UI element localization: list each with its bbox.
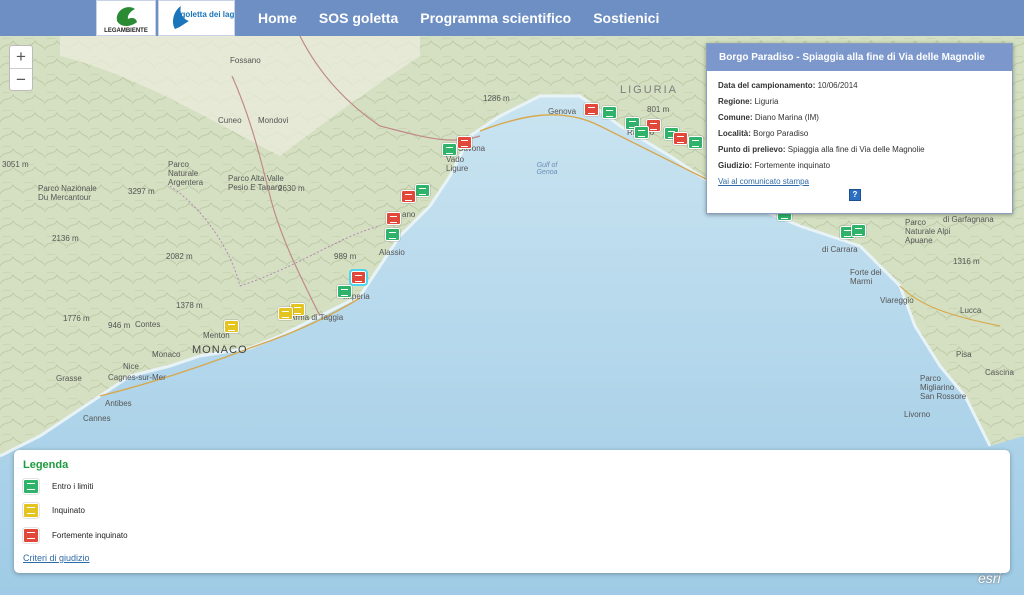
logo-text-1: LEGAMBIENTE: [104, 28, 148, 34]
popup-field: Giudizio: Fortemente inquinato: [718, 161, 831, 170]
zoom-out-button[interactable]: −: [10, 68, 32, 90]
label-parco-mercantour: Parco Nazionale Du Mercantour: [38, 184, 97, 202]
label-grasse: Grasse: [56, 374, 82, 383]
label-liguria: LIGURIA: [620, 84, 679, 96]
label-elev-2082: 2082 m: [166, 252, 193, 261]
legend-item-inquinato: Inquinato: [23, 501, 85, 519]
sampling-marker-yellow[interactable]: [278, 307, 293, 320]
help-icon[interactable]: ?: [849, 189, 861, 201]
label-elev-801: 801 m: [647, 105, 670, 114]
label-contes: Contes: [135, 320, 161, 329]
label-fossano: Fossano: [230, 56, 261, 65]
legend-item-entro: Entro i limiti: [23, 477, 93, 495]
popup-press-link[interactable]: Vai al comunicato stampa: [718, 177, 809, 186]
label-gulf-of-genoa: Gulf of Genoa: [536, 162, 558, 176]
sampling-marker-green[interactable]: [337, 285, 352, 298]
wave-yellow-icon: [23, 502, 39, 518]
label-elev-3051: 3051 m: [2, 160, 29, 169]
label-mondovi: Mondovì: [258, 116, 289, 125]
legend-label: Inquinato: [52, 505, 85, 515]
goletta-logo[interactable]: goletta dei laghi: [158, 0, 241, 36]
label-livorno: Livorno: [904, 410, 931, 419]
label-pisa: Pisa: [956, 350, 972, 359]
label-elev-2136: 2136 m: [52, 234, 79, 243]
sampling-marker-green[interactable]: [634, 126, 649, 139]
header-bar: LEGAMBIENTE goletta dei laghi Home SOS g…: [0, 0, 1024, 36]
sampling-marker-green[interactable]: [851, 224, 866, 237]
label-elev-946: 946 m: [108, 321, 131, 330]
label-nice: Nice: [123, 362, 140, 371]
legambiente-logo[interactable]: LEGAMBIENTE: [96, 0, 156, 36]
sampling-marker-green[interactable]: [415, 184, 430, 197]
label-garfagnana: di Garfagnana: [943, 215, 994, 224]
label-cuneo: Cuneo: [218, 116, 242, 125]
label-alassio: Alassio: [379, 248, 405, 257]
label-elev-1316: 1316 m: [953, 257, 980, 266]
label-cervo: ano: [402, 210, 416, 219]
label-monaco-city: Monaco: [152, 350, 181, 359]
label-antibes: Antibes: [105, 399, 132, 408]
sampling-marker-red[interactable]: [584, 103, 599, 116]
nav-programma-scientifico[interactable]: Programma scientifico: [420, 10, 571, 26]
label-lucca: Lucca: [960, 306, 982, 315]
sampling-marker-green[interactable]: [602, 106, 617, 119]
label-parco-argentera: Parco Naturale Argentera: [168, 160, 204, 187]
sampling-marker-red[interactable]: [386, 212, 401, 225]
nav-sos-goletta[interactable]: SOS goletta: [319, 10, 398, 26]
popup-field: Data del campionamento: 10/06/2014: [718, 81, 858, 90]
nav-home[interactable]: Home: [258, 10, 297, 26]
zoom-control: + −: [9, 45, 33, 91]
zoom-in-button[interactable]: +: [10, 46, 32, 68]
legend-label: Fortemente inquinato: [52, 530, 128, 540]
criteria-link[interactable]: Criteri di giudizio: [23, 553, 90, 563]
label-elev-989: 989 m: [334, 252, 357, 261]
label-carrara: di Carrara: [822, 245, 858, 254]
label-elev-1776: 1776 m: [63, 314, 90, 323]
sampling-marker-red[interactable]: [673, 132, 688, 145]
logo-text-2: goletta dei laghi: [181, 10, 234, 19]
label-viareggio: Viareggio: [880, 296, 914, 305]
sampling-marker-red[interactable]: [349, 269, 368, 286]
label-elev-1378: 1378 m: [176, 301, 203, 310]
popup-title: Borgo Paradiso - Spiaggia alla fine di V…: [707, 44, 1012, 71]
label-cannes: Cannes: [83, 414, 111, 423]
sampling-marker-yellow[interactable]: [224, 320, 239, 333]
sampling-marker-red[interactable]: [401, 190, 416, 203]
label-cagnes: Cagnes-sur-Mer: [108, 373, 166, 382]
label-parco-migliarino: Parco Migliarino San Rossore: [920, 374, 967, 401]
legend-panel: Legenda Entro i limiti Inquinato Forteme…: [14, 450, 1010, 573]
sampling-marker-green[interactable]: [442, 143, 457, 156]
popup-field: Comune: Diano Marina (IM): [718, 113, 819, 122]
label-elev-1286: 1286 m: [483, 94, 510, 103]
sampling-marker-green[interactable]: [385, 228, 400, 241]
legend-label: Entro i limiti: [52, 481, 94, 491]
label-genova: Genova: [548, 107, 577, 116]
main-nav: Home SOS goletta Programma scientifico S…: [258, 0, 659, 36]
popup-field: Punto di prelievo: Spiaggia alla fine di…: [718, 145, 925, 154]
wave-red-icon: [23, 527, 39, 543]
popup-field: Regione: Liguria: [718, 97, 779, 106]
wave-green-icon: [23, 478, 39, 494]
legend-item-fortemente: Fortemente inquinato: [23, 526, 128, 544]
label-monaco: MONACO: [192, 344, 248, 356]
label-cascina: Cascina: [985, 368, 1014, 377]
info-popup: Borgo Paradiso - Spiaggia alla fine di V…: [706, 43, 1013, 214]
sampling-marker-red[interactable]: [457, 136, 472, 149]
label-vado-ligure: Vado Ligure: [446, 155, 469, 173]
nav-sostienici[interactable]: Sostienici: [593, 10, 659, 26]
popup-body: Data del campionamento: 10/06/2014 Regio…: [707, 71, 1012, 196]
label-forte-dei-marmi: Forte dei Marmi: [850, 268, 882, 286]
popup-field: Località: Borgo Paradiso: [718, 129, 809, 138]
sampling-marker-green[interactable]: [688, 136, 703, 149]
label-elev-2630: 2630 m: [278, 184, 305, 193]
label-elev-3297: 3297 m: [128, 187, 155, 196]
legend-title: Legenda: [23, 459, 69, 471]
